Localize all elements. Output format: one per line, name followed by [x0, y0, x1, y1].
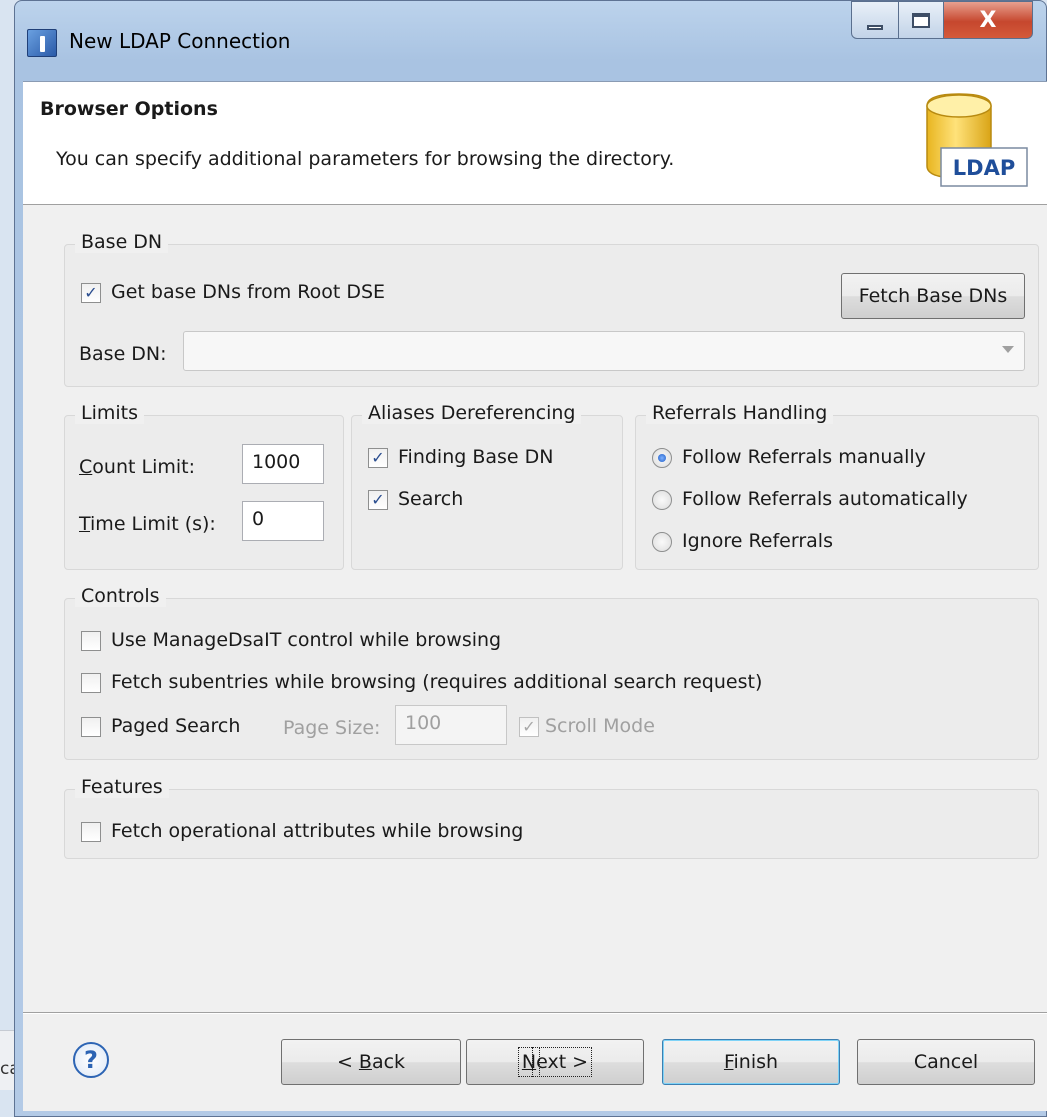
- ldap-logo-text: LDAP: [953, 156, 1015, 180]
- title-bar[interactable]: New LDAP Connection X: [15, 1, 1046, 81]
- paged-search-label[interactable]: Paged Search: [111, 715, 240, 737]
- search-checkbox[interactable]: ✓: [368, 490, 388, 510]
- limits-group-label: Limits: [75, 402, 144, 424]
- ignore-referrals-label[interactable]: Ignore Referrals: [682, 530, 833, 552]
- fetch-subentries-label[interactable]: Fetch subentries while browsing (require…: [111, 671, 762, 693]
- features-group: Features Fetch operational attributes wh…: [64, 776, 1039, 859]
- base-dn-combo[interactable]: [183, 331, 1025, 371]
- count-limit-input[interactable]: 1000: [242, 444, 324, 484]
- paged-search-checkbox[interactable]: [81, 717, 101, 737]
- close-icon: X: [979, 7, 997, 33]
- window-title: New LDAP Connection: [69, 29, 291, 53]
- base-dn-label: Base DN:: [79, 343, 167, 365]
- fetch-base-dns-button[interactable]: Fetch Base DNs: [841, 273, 1025, 319]
- manage-dsait-checkbox[interactable]: [81, 631, 101, 651]
- controls-group: Controls Use ManageDsaIT control while b…: [64, 585, 1039, 760]
- base-dn-group: Base DN ✓ Get base DNs from Root DSE Fet…: [64, 231, 1039, 387]
- finding-base-dn-checkbox[interactable]: ✓: [368, 448, 388, 468]
- chevron-down-icon[interactable]: [1002, 346, 1014, 353]
- get-base-dns-label[interactable]: Get base DNs from Root DSE: [111, 281, 385, 303]
- features-group-label: Features: [75, 776, 169, 798]
- checkmark-icon: ✓: [84, 283, 98, 302]
- follow-manually-radio[interactable]: [652, 448, 672, 468]
- controls-group-label: Controls: [75, 585, 166, 607]
- finding-base-dn-label[interactable]: Finding Base DN: [398, 446, 554, 468]
- time-limit-label: Time Limit (s):: [79, 513, 216, 535]
- finish-button[interactable]: Finish: [662, 1039, 840, 1085]
- footer-separator: [23, 1012, 1047, 1014]
- fetch-operational-checkbox[interactable]: [81, 822, 101, 842]
- maximize-icon: [912, 12, 930, 28]
- limits-group: Limits Count Limit: 1000 Time Limit (s):…: [64, 402, 344, 570]
- aliases-group: Aliases Dereferencing ✓ Finding Base DN …: [351, 402, 623, 570]
- minimize-icon: [867, 24, 883, 30]
- page-description: You can specify additional parameters fo…: [56, 148, 675, 170]
- count-limit-label: Count Limit:: [79, 456, 195, 478]
- follow-automatically-radio[interactable]: [652, 490, 672, 510]
- help-icon[interactable]: ?: [73, 1042, 109, 1078]
- back-button[interactable]: < Back: [281, 1039, 461, 1085]
- referrals-group-label: Referrals Handling: [646, 402, 834, 424]
- aliases-group-label: Aliases Dereferencing: [362, 402, 582, 424]
- scroll-mode-checkbox[interactable]: ✓: [519, 717, 539, 737]
- fetch-operational-label[interactable]: Fetch operational attributes while brows…: [111, 820, 523, 842]
- checkmark-icon: ✓: [522, 717, 536, 736]
- scroll-mode-label[interactable]: Scroll Mode: [545, 715, 655, 737]
- page-size-input[interactable]: 100: [395, 705, 507, 745]
- dialog-client-area: Browser Options You can specify addition…: [23, 81, 1047, 1111]
- next-button[interactable]: Next >: [466, 1039, 644, 1085]
- page-title: Browser Options: [40, 98, 218, 120]
- checkmark-icon: ✓: [371, 490, 385, 509]
- maximize-button[interactable]: [898, 1, 944, 39]
- page-size-label: Page Size:: [283, 717, 381, 739]
- referrals-group: Referrals Handling Follow Referrals manu…: [635, 402, 1039, 570]
- ldap-logo-icon: LDAP: [926, 93, 1028, 187]
- close-button[interactable]: X: [943, 1, 1033, 39]
- app-icon: [27, 29, 57, 57]
- cancel-button[interactable]: Cancel: [857, 1039, 1035, 1085]
- wizard-header: Browser Options You can specify addition…: [23, 82, 1047, 205]
- ignore-referrals-radio[interactable]: [652, 532, 672, 552]
- search-label[interactable]: Search: [398, 488, 463, 510]
- time-limit-input[interactable]: 0: [242, 501, 324, 541]
- minimize-button[interactable]: [851, 1, 899, 39]
- follow-automatically-label[interactable]: Follow Referrals automatically: [682, 488, 968, 510]
- follow-manually-label[interactable]: Follow Referrals manually: [682, 446, 926, 468]
- manage-dsait-label[interactable]: Use ManageDsaIT control while browsing: [111, 629, 501, 651]
- checkmark-icon: ✓: [371, 448, 385, 467]
- base-dn-group-label: Base DN: [75, 231, 169, 253]
- fetch-subentries-checkbox[interactable]: [81, 673, 101, 693]
- dialog-window: New LDAP Connection X Browser Options Yo…: [14, 0, 1047, 1117]
- get-base-dns-checkbox[interactable]: ✓: [81, 283, 101, 303]
